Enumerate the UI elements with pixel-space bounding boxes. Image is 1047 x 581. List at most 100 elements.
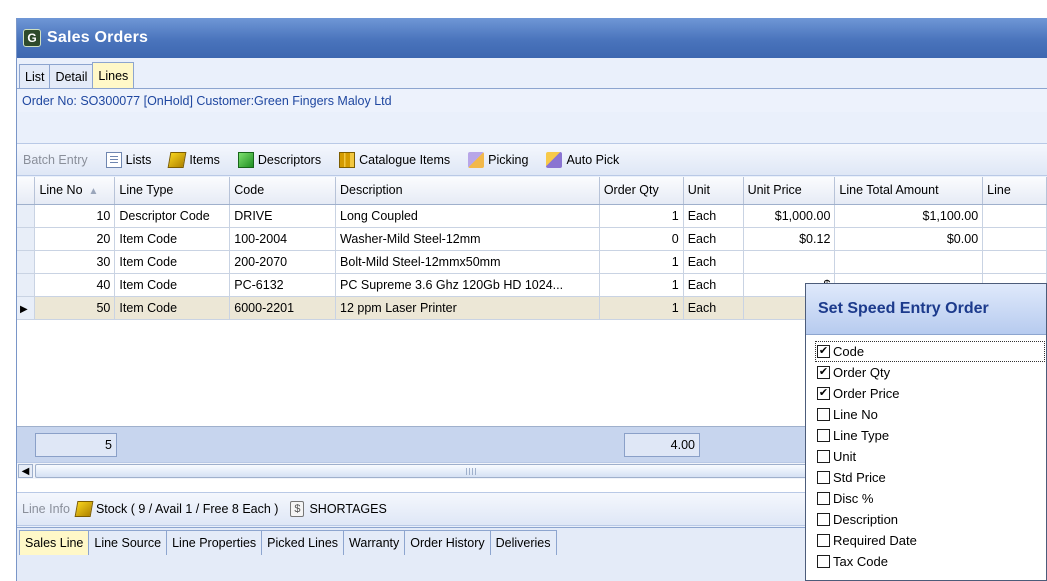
- cell-code[interactable]: DRIVE: [229, 204, 337, 228]
- cell-unit[interactable]: Each: [683, 273, 744, 297]
- col-header-line-no[interactable]: Line No ▲: [34, 177, 116, 205]
- cell-line-total[interactable]: $1,100.00: [834, 203, 984, 228]
- shortages-button[interactable]: $ SHORTAGES: [290, 501, 387, 517]
- cell-unit[interactable]: Each: [683, 227, 744, 251]
- cell-order-qty[interactable]: 1: [599, 204, 684, 228]
- picking-button[interactable]: Picking: [468, 151, 528, 168]
- tab-line-properties[interactable]: Line Properties: [166, 530, 263, 555]
- cell-unit[interactable]: Each: [683, 250, 744, 274]
- cell-code[interactable]: 6000-2201: [229, 296, 337, 320]
- checkbox-tax-code[interactable]: [817, 555, 830, 568]
- cell-order-qty[interactable]: 1: [599, 273, 684, 297]
- cell-line-no[interactable]: 30: [34, 250, 116, 274]
- row-indicator[interactable]: ▶: [17, 296, 36, 320]
- option-tax-code[interactable]: Tax Code: [817, 551, 1046, 572]
- checkbox-std-price[interactable]: [817, 471, 830, 484]
- option-order-price[interactable]: ✔ Order Price: [817, 383, 1046, 404]
- checkbox-description[interactable]: [817, 513, 830, 526]
- cell-extra[interactable]: [982, 227, 1047, 251]
- col-header-line-extra[interactable]: Line: [982, 177, 1047, 205]
- tab-order-history[interactable]: Order History: [404, 530, 491, 555]
- option-required-date[interactable]: Required Date: [817, 530, 1046, 551]
- option-disc[interactable]: Disc %: [817, 488, 1046, 509]
- batch-entry-button[interactable]: Batch Entry: [23, 153, 88, 167]
- cell-unit-price[interactable]: $1,000.00: [742, 203, 836, 228]
- cell-line-total[interactable]: [834, 250, 984, 274]
- cell-line-type[interactable]: Item Code: [114, 273, 231, 297]
- option-order-price-label: Order Price: [833, 386, 900, 401]
- checkbox-line-type[interactable]: [817, 429, 830, 442]
- checkbox-unit[interactable]: [817, 450, 830, 463]
- tab-warranty[interactable]: Warranty: [343, 530, 406, 555]
- option-line-type[interactable]: Line Type: [817, 425, 1046, 446]
- tab-sales-line[interactable]: Sales Line: [19, 530, 90, 555]
- cell-line-type[interactable]: Item Code: [114, 227, 231, 251]
- checkbox-order-price[interactable]: ✔: [817, 387, 830, 400]
- cell-line-no[interactable]: 20: [34, 227, 116, 251]
- col-header-code[interactable]: Code: [229, 177, 337, 205]
- col-header-description[interactable]: Description: [335, 177, 600, 205]
- option-description[interactable]: Description: [817, 509, 1046, 530]
- cell-unit-price[interactable]: [743, 250, 836, 274]
- cell-line-total[interactable]: $0.00: [834, 226, 984, 251]
- option-code[interactable]: ✔ Code: [815, 341, 1045, 362]
- cell-order-qty[interactable]: 1: [599, 296, 684, 320]
- cell-order-qty[interactable]: 0: [599, 227, 684, 251]
- row-indicator[interactable]: [17, 273, 36, 297]
- cell-line-no[interactable]: 50: [34, 296, 116, 320]
- row-indicator[interactable]: [17, 204, 36, 228]
- auto-pick-button[interactable]: Auto Pick: [546, 151, 619, 168]
- tab-deliveries[interactable]: Deliveries: [489, 530, 557, 555]
- option-std-price[interactable]: Std Price: [817, 467, 1046, 488]
- cell-extra[interactable]: [982, 250, 1047, 274]
- cell-description[interactable]: Long Coupled: [335, 204, 600, 228]
- cell-line-type[interactable]: Descriptor Code: [114, 204, 231, 228]
- cell-unit[interactable]: Each: [683, 204, 744, 228]
- checkbox-disc[interactable]: [817, 492, 830, 505]
- option-line-no[interactable]: Line No: [817, 404, 1046, 425]
- cell-line-no[interactable]: 10: [34, 204, 116, 228]
- cell-code[interactable]: PC-6132: [229, 273, 337, 297]
- tab-lines[interactable]: Lines: [92, 62, 135, 89]
- cell-extra[interactable]: [982, 204, 1047, 228]
- scrollbar-thumb[interactable]: [35, 464, 897, 478]
- cell-code[interactable]: 100-2004: [229, 227, 337, 251]
- scroll-left-icon[interactable]: ◀: [18, 464, 33, 478]
- cell-description[interactable]: Bolt-Mild Steel-12mmx50mm: [335, 250, 600, 274]
- cell-description[interactable]: Washer-Mild Steel-12mm: [335, 227, 600, 251]
- checkbox-line-no[interactable]: [817, 408, 830, 421]
- cell-description[interactable]: 12 ppm Laser Printer: [335, 296, 600, 320]
- cell-line-type[interactable]: Item Code: [114, 296, 231, 320]
- descriptors-button[interactable]: Descriptors: [237, 151, 321, 168]
- checkbox-order-qty[interactable]: ✔: [817, 366, 830, 379]
- tab-detail[interactable]: Detail: [49, 64, 94, 89]
- row-indicator[interactable]: [17, 250, 36, 274]
- items-button[interactable]: Items: [167, 151, 220, 168]
- catalogue-items-button[interactable]: Catalogue Items: [339, 151, 450, 168]
- cell-code[interactable]: 200-2070: [229, 250, 337, 274]
- table-row[interactable]: 30 Item Code 200-2070 Bolt-Mild Steel-12…: [17, 250, 1047, 274]
- col-header-order-qty[interactable]: Order Qty: [599, 177, 684, 205]
- checkbox-required-date[interactable]: [817, 534, 830, 547]
- checkbox-code[interactable]: ✔: [817, 345, 830, 358]
- table-row[interactable]: 20 Item Code 100-2004 Washer-Mild Steel-…: [17, 226, 1047, 251]
- lists-button[interactable]: Lists: [105, 151, 151, 168]
- col-header-line-total[interactable]: Line Total Amount: [834, 177, 984, 205]
- col-header-unit[interactable]: Unit: [683, 177, 744, 205]
- cell-unit-price[interactable]: $0.12: [742, 226, 836, 251]
- stock-button[interactable]: Stock ( 9 / Avail 1 / Free 8 Each ): [74, 501, 278, 517]
- row-indicator[interactable]: [17, 227, 36, 251]
- cell-description[interactable]: PC Supreme 3.6 Ghz 120Gb HD 1024...: [335, 273, 600, 297]
- table-row[interactable]: 10 Descriptor Code DRIVE Long Coupled 1 …: [17, 203, 1047, 228]
- col-header-unit-price[interactable]: Unit Price: [743, 177, 836, 205]
- tab-list[interactable]: List: [19, 64, 51, 89]
- cell-line-type[interactable]: Item Code: [114, 250, 231, 274]
- tab-line-source[interactable]: Line Source: [88, 530, 168, 555]
- tab-picked-lines[interactable]: Picked Lines: [261, 530, 345, 555]
- option-unit[interactable]: Unit: [817, 446, 1046, 467]
- cell-unit[interactable]: Each: [683, 296, 744, 320]
- col-header-line-type[interactable]: Line Type: [114, 177, 231, 205]
- cell-line-no[interactable]: 40: [34, 273, 116, 297]
- cell-order-qty[interactable]: 1: [599, 250, 684, 274]
- option-order-qty[interactable]: ✔ Order Qty: [817, 362, 1046, 383]
